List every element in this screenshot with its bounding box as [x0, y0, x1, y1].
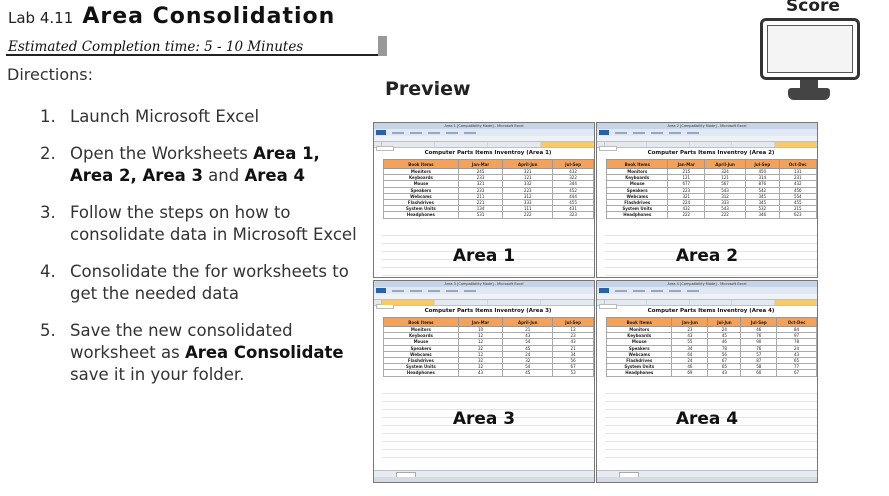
sheet-tabs-bar	[597, 470, 817, 482]
excel-window-4: Area 4 [Compatibility Mode] - Microsoft …	[596, 280, 818, 483]
sheet-tabs-bar	[374, 470, 594, 482]
file-tab-icon	[599, 288, 609, 293]
step-number: 3.	[40, 203, 56, 222]
table-header-cell: Jan-Mar	[457, 317, 504, 327]
ribbon	[374, 287, 594, 294]
table-cell: 45	[502, 369, 554, 377]
table-title: Computer Parts Items Inventroy (Area 2)	[647, 150, 775, 156]
table-cell: 346	[745, 211, 780, 219]
excel-window-3: Area 3 [Compatibility Mode] - Microsoft …	[373, 280, 595, 483]
step-text: Open the Worksheets Area 1, Area 2, Area…	[70, 144, 320, 185]
table-header-cell: Jan-Mar	[667, 159, 706, 169]
table-cell: 60	[740, 369, 778, 377]
table-title: Computer Parts Items Inventroy (Area 4)	[647, 308, 775, 314]
directions-label: Directions:	[7, 65, 94, 84]
lab-number: Lab 4.11	[8, 9, 74, 27]
step-number: 4.	[40, 262, 56, 281]
table-header-cell: Jul-Sep	[740, 317, 778, 327]
excel-window-2: Area 2 [Compatibility Mode] - Microsoft …	[596, 122, 818, 278]
estimated-time: Estimated Completion time: 5 - 10 Minute…	[8, 39, 304, 55]
table-header-cell: Book Items	[605, 159, 669, 169]
step-text: Follow the steps on how to consolidate d…	[70, 203, 357, 244]
table-cell: Headphones	[605, 369, 673, 377]
table-cell: 531	[457, 211, 504, 219]
step-number: 1.	[40, 107, 56, 126]
table-header-cell: Oct-Dec	[778, 159, 817, 169]
step-item: 2. Open the Worksheets Area 1, Area 2, Ar…	[40, 143, 360, 187]
inventory-table: Book Items Jan-Mar April-Jun Jul-Sep Monitor…	[383, 159, 594, 219]
table-header-cell: April-Jun	[502, 159, 554, 169]
area-label: Area 4	[675, 409, 739, 429]
table-header-cell: April-Jun	[704, 159, 747, 169]
table-cell: 222	[704, 211, 747, 219]
table-header-cell: Jul-Sep	[552, 159, 594, 169]
table-cell: 222	[502, 211, 554, 219]
monitor-base-icon	[788, 88, 830, 100]
status-bar	[374, 477, 594, 482]
score-widget: Score	[758, 0, 868, 108]
table-cell: Headphones	[605, 211, 669, 219]
area-label: Area 2	[675, 246, 739, 266]
area-label: Area 1	[452, 246, 516, 266]
table-header-cell: Jan-Mar	[457, 159, 504, 169]
table-title: Computer Parts Items Inventroy (Area 1)	[424, 150, 552, 156]
step-item: 4. Consolidate the for worksheets to get …	[40, 261, 360, 305]
inventory-table: Book Items Jan-Jun Jul-Jun Jul-Sep Oct-Dec Mo…	[605, 317, 817, 377]
table-cell: 222	[667, 211, 706, 219]
excel-window-1: Area 1 [Compatibility Mode] - Microsoft …	[373, 122, 595, 278]
table-header-cell: Jan-Jun	[671, 317, 709, 327]
table-cell: 43	[707, 369, 742, 377]
table-cell: 53	[552, 369, 594, 377]
table-cell: 69	[671, 369, 709, 377]
file-tab-icon	[376, 288, 386, 293]
table-row: Headphones 222 222 346 623	[605, 211, 817, 219]
inventory-table: Book Items Jan-Mar April-Jun Jul-Sep Oct-Dec…	[605, 159, 817, 219]
step-number: 5.	[40, 321, 56, 340]
step-number: 2.	[40, 144, 56, 163]
table-header-cell: Jul-Sep	[552, 317, 594, 327]
estimated-time-shade	[378, 36, 387, 56]
table-row: Headphones 43 45 53	[383, 369, 594, 377]
computer-monitor-icon	[760, 18, 860, 80]
table-header-cell: Oct-Dec	[776, 317, 817, 327]
area-label: Area 3	[452, 409, 516, 429]
table-header-cell: Book Items	[605, 317, 673, 327]
table-cell: 623	[778, 211, 817, 219]
lab-name: Area Consolidation	[82, 4, 336, 29]
step-text: Save the new consolidated worksheet as A…	[70, 321, 344, 384]
table-header-cell: Book Items	[383, 317, 459, 327]
table-cell: Headphones	[383, 369, 459, 377]
table-header-cell: April-Jun	[502, 317, 554, 327]
table-header-cell: Jul-Sep	[745, 159, 780, 169]
steps-list: 1. Launch Microsoft Excel 2. Open the Works…	[40, 106, 360, 401]
file-tab-icon	[376, 130, 386, 135]
table-cell: 323	[552, 211, 594, 219]
ribbon	[597, 129, 817, 136]
step-text: Consolidate the for worksheets to get th…	[70, 262, 349, 303]
ribbon	[374, 129, 594, 136]
estimated-time-bar: Estimated Completion time: 5 - 10 Minute…	[6, 36, 386, 56]
table-header-cell: Jul-Jun	[707, 317, 742, 327]
ribbon	[597, 287, 817, 294]
inventory-table: Book Items Jan-Mar April-Jun Jul-Sep Monitor…	[383, 317, 594, 377]
table-cell: 43	[457, 369, 504, 377]
preview-label: Preview	[385, 78, 471, 100]
table-row: Headphones 69 43 60 67	[605, 369, 817, 377]
file-tab-icon	[599, 130, 609, 135]
score-label: Score	[786, 0, 840, 16]
status-bar	[597, 477, 817, 482]
step-item: 5. Save the new consolidated worksheet as…	[40, 320, 360, 386]
table-cell: Headphones	[383, 211, 459, 219]
table-title: Computer Parts Items Inventroy (Area 3)	[424, 308, 552, 314]
step-item: 3. Follow the steps on how to consolidate…	[40, 202, 360, 246]
step-text: Launch Microsoft Excel	[70, 107, 260, 126]
table-row: Headphones 531 222 323	[383, 211, 594, 219]
lab-title: Lab 4.11 Area Consolidation	[8, 4, 335, 29]
table-cell: 67	[776, 369, 817, 377]
table-header-cell: Book Items	[383, 159, 459, 169]
step-item: 1. Launch Microsoft Excel	[40, 106, 360, 128]
